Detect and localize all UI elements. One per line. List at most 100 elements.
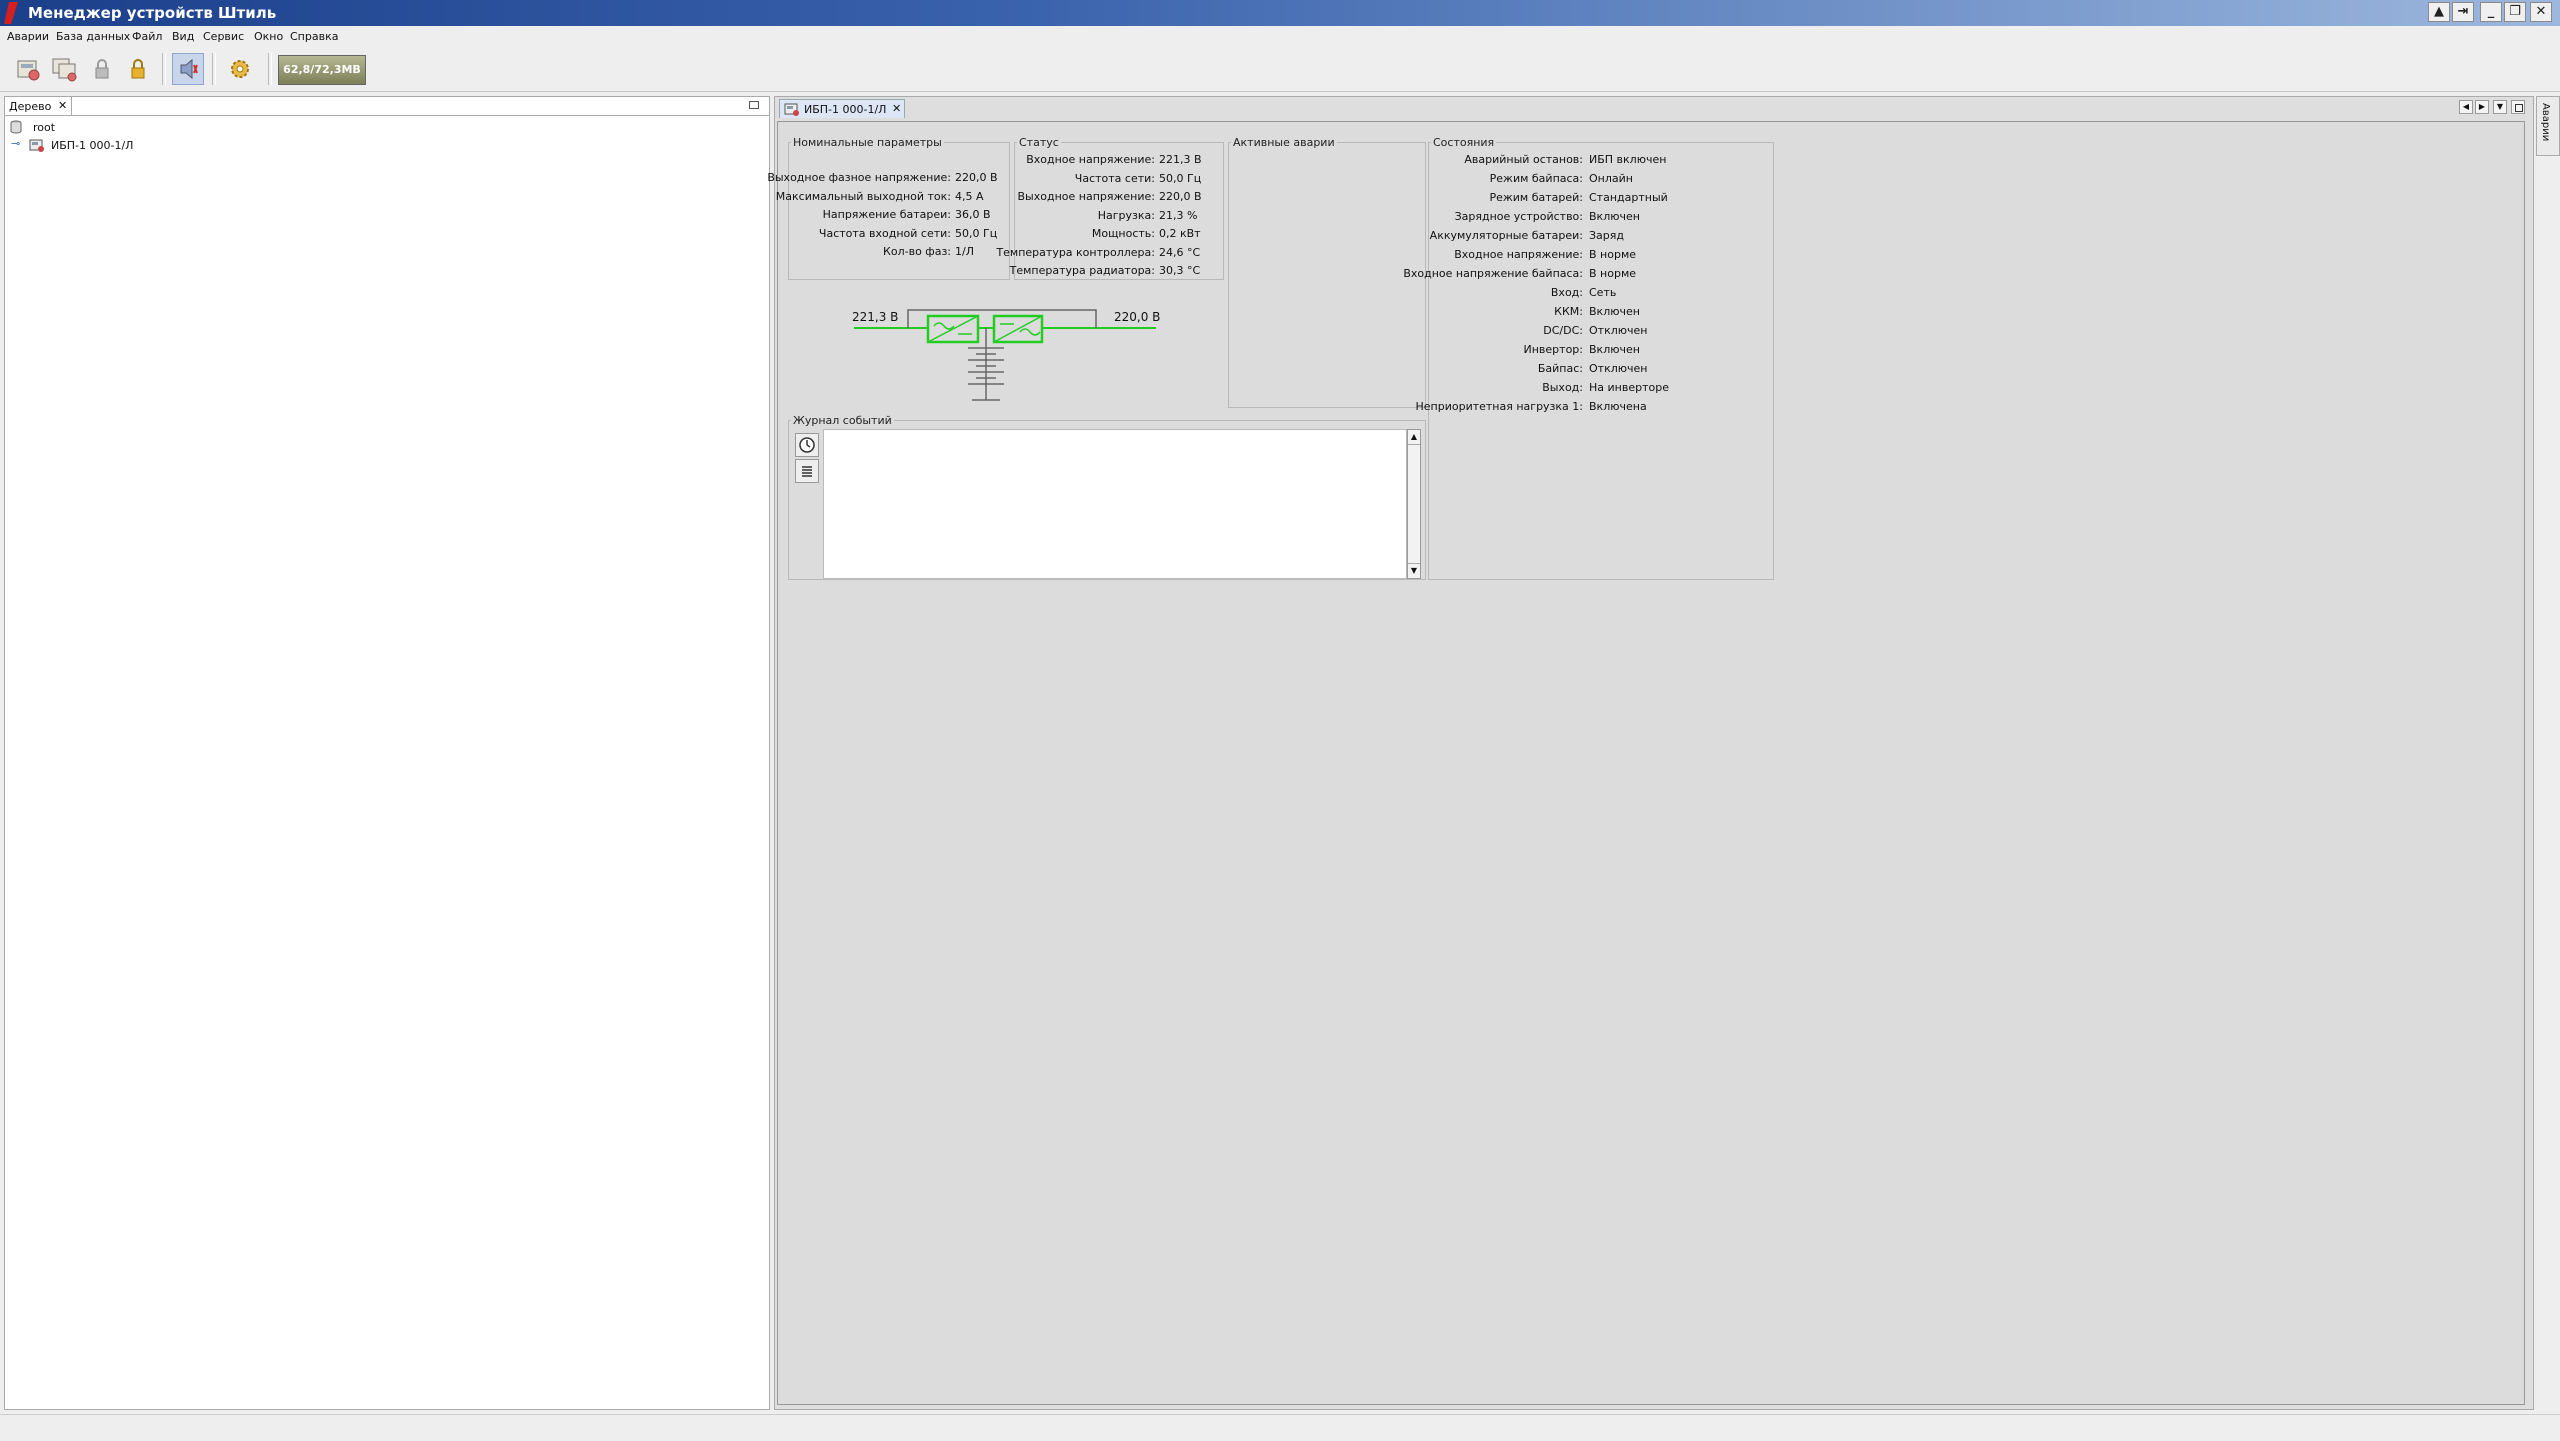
menu-window[interactable]: Окно — [254, 30, 283, 43]
param-row: Аккумуляторные батареи: Заряд — [1429, 229, 1773, 247]
param-row: Кол-во фаз: 1/Л — [789, 245, 1009, 263]
menu-bar: Аварии База данных Файл Вид Сервис Окно … — [0, 27, 2560, 47]
param-value: ИБП включен — [1589, 153, 1667, 166]
param-value: 221,3 В — [1159, 153, 1202, 166]
maximize-panel-button[interactable] — [2511, 100, 2525, 114]
scroll-down-icon[interactable]: ▼ — [1408, 563, 1420, 578]
states-group: Состояния Аварийный останов: ИБП включен Р… — [1403, 136, 1774, 580]
window-up-button[interactable]: ▲ — [2428, 2, 2450, 22]
toolbar: 62,8/72,3MB — [0, 47, 2560, 92]
tab-tree-close-button[interactable]: ✕ — [58, 99, 67, 112]
nominal-params-group: Номинальные параметры Выходное фазное на… — [767, 136, 1010, 280]
param-label: Максимальный выходной ток: — [775, 189, 951, 203]
param-row: Аварийный останов: ИБП включен — [1429, 153, 1773, 171]
scroll-up-icon[interactable]: ▲ — [1408, 430, 1420, 445]
event-log-group: Журнал событий ▲ ▼ — [788, 414, 1426, 580]
param-label: Инвертор: — [1523, 343, 1583, 356]
expand-icon[interactable]: ⊸ — [11, 137, 20, 150]
param-value: 30,3 °C — [1159, 264, 1201, 277]
param-value: Включен — [1589, 305, 1640, 318]
param-label: Напряжение батареи: — [822, 208, 951, 221]
param-row: Выходное напряжение: 220,0 В — [1015, 190, 1223, 208]
menu-view[interactable]: Вид — [172, 30, 194, 43]
tree-item-root[interactable]: root — [7, 119, 207, 135]
param-label: Вход: — [1550, 286, 1583, 299]
param-label: Аварийный останов: — [1464, 153, 1583, 166]
param-value: 220,0 В — [955, 171, 998, 184]
param-row: Вход: Сеть — [1429, 286, 1773, 304]
document-panel: ИБП-1 000-1/Л ✕ ◀ ▶ ▼ Номинальные параме… — [767, 96, 2534, 1410]
tab-list-dropdown-button[interactable]: ▼ — [2493, 100, 2507, 114]
param-label: Выходное фазное напряжение: — [767, 171, 951, 184]
param-value: 24,6 °C — [1159, 245, 1201, 259]
menu-help[interactable]: Справка — [290, 30, 338, 43]
param-row: Температура радиатора: 30,3 °C — [1010, 264, 1223, 282]
param-value: Включен — [1589, 343, 1640, 356]
memory-indicator[interactable]: 62,8/72,3MB — [278, 55, 366, 85]
param-label: Входное напряжение: — [1026, 153, 1155, 166]
param-label: Температура радиатора: — [1009, 264, 1155, 277]
ups-device-view: Номинальные параметры Выходное фазное на… — [767, 121, 2525, 1405]
toolbar-separator — [162, 53, 166, 85]
param-row: Инвертор: Включен — [1429, 343, 1773, 361]
param-label: Входное напряжение байпаса: — [1403, 267, 1583, 280]
sound-toggle-button[interactable] — [172, 53, 204, 85]
window-close-button[interactable]: ✕ — [2530, 2, 2552, 22]
param-row: Мощность: 0,2 кВт — [1015, 227, 1223, 245]
window-minimize-button[interactable]: _ — [2480, 2, 2502, 22]
copy-device-button[interactable] — [48, 53, 80, 85]
param-value: 220,0 В — [1159, 190, 1202, 203]
menu-database[interactable]: База данных — [56, 30, 130, 43]
menu-file[interactable]: Файл — [132, 30, 162, 43]
tree-item-ups[interactable]: ⊸ ИБП-1 000-1/Л — [7, 137, 207, 153]
param-label: Выход: — [1542, 381, 1583, 394]
unlock-button[interactable] — [122, 53, 154, 85]
param-label: Режим байпаса: — [1489, 172, 1583, 185]
event-log-title: Журнал событий — [793, 414, 892, 427]
states-title: Состояния — [1433, 136, 1495, 149]
minimize-panel-icon[interactable] — [749, 101, 759, 109]
log-list-button[interactable] — [795, 459, 819, 483]
window-pin-button[interactable]: ⇥ — [2452, 2, 2474, 22]
log-history-button[interactable] — [795, 433, 819, 457]
alarms-dock-strip[interactable]: Аварии — [2536, 96, 2560, 156]
param-value: 36,0 В — [955, 208, 991, 221]
tab-tree[interactable]: Дерево ✕ — [5, 97, 72, 116]
ups-diagram: 221,3 В 220,0 В — [788, 292, 1188, 402]
active-alarms-group: Активные аварии — [1228, 136, 1426, 408]
param-row: Выходное фазное напряжение: 220,0 В — [767, 171, 1009, 189]
param-label: Аккумуляторные батареи: — [1429, 229, 1583, 242]
param-value: 21,3 % — [1159, 208, 1198, 222]
param-row: Частота входной сети: 50,0 Гц — [789, 227, 1009, 245]
menu-service[interactable]: Сервис — [203, 30, 244, 43]
tab-tree-label: Дерево — [9, 100, 52, 113]
param-value: Стандартный — [1589, 191, 1668, 204]
tab-ups-device[interactable]: ИБП-1 000-1/Л ✕ — [779, 99, 905, 118]
scroll-tabs-right-button[interactable]: ▶ — [2475, 100, 2489, 114]
event-log-list[interactable] — [823, 429, 1407, 579]
add-device-button[interactable] — [12, 53, 44, 85]
param-value: Отключен — [1589, 362, 1648, 375]
event-log-scrollbar[interactable]: ▲ ▼ — [1407, 429, 1421, 579]
active-alarms-title: Активные аварии — [1233, 136, 1335, 149]
clock-icon — [799, 437, 815, 453]
param-label: Выходное напряжение: — [1017, 190, 1155, 203]
tab-ups-device-close-button[interactable]: ✕ — [892, 102, 901, 115]
param-label: Кол-во фаз: — [883, 245, 951, 258]
param-label: ККМ: — [1554, 305, 1583, 318]
lock-button[interactable] — [86, 53, 118, 85]
param-label: Режим батарей: — [1489, 191, 1583, 204]
menu-alarms[interactable]: Аварии — [7, 30, 49, 43]
window-maximize-button[interactable]: ❐ — [2504, 2, 2526, 22]
status-group: Статус Входное напряжение: 221,3 В Частота… — [996, 136, 1224, 282]
status-title: Статус — [1019, 136, 1059, 149]
param-label: Нагрузка: — [1097, 208, 1155, 222]
scroll-tabs-left-button[interactable]: ◀ — [2459, 100, 2473, 114]
alarms-dock-label: Аварии — [2540, 103, 2551, 142]
ups-device-icon — [784, 103, 799, 116]
param-value: Отключен — [1589, 324, 1648, 337]
param-label: Частота входной сети: — [818, 226, 951, 240]
param-row: Неприоритетная нагрузка 1: Включена — [1416, 400, 1773, 418]
param-row: Максимальный выходной ток: 4,5 А — [776, 190, 1009, 208]
settings-button[interactable] — [224, 53, 256, 85]
